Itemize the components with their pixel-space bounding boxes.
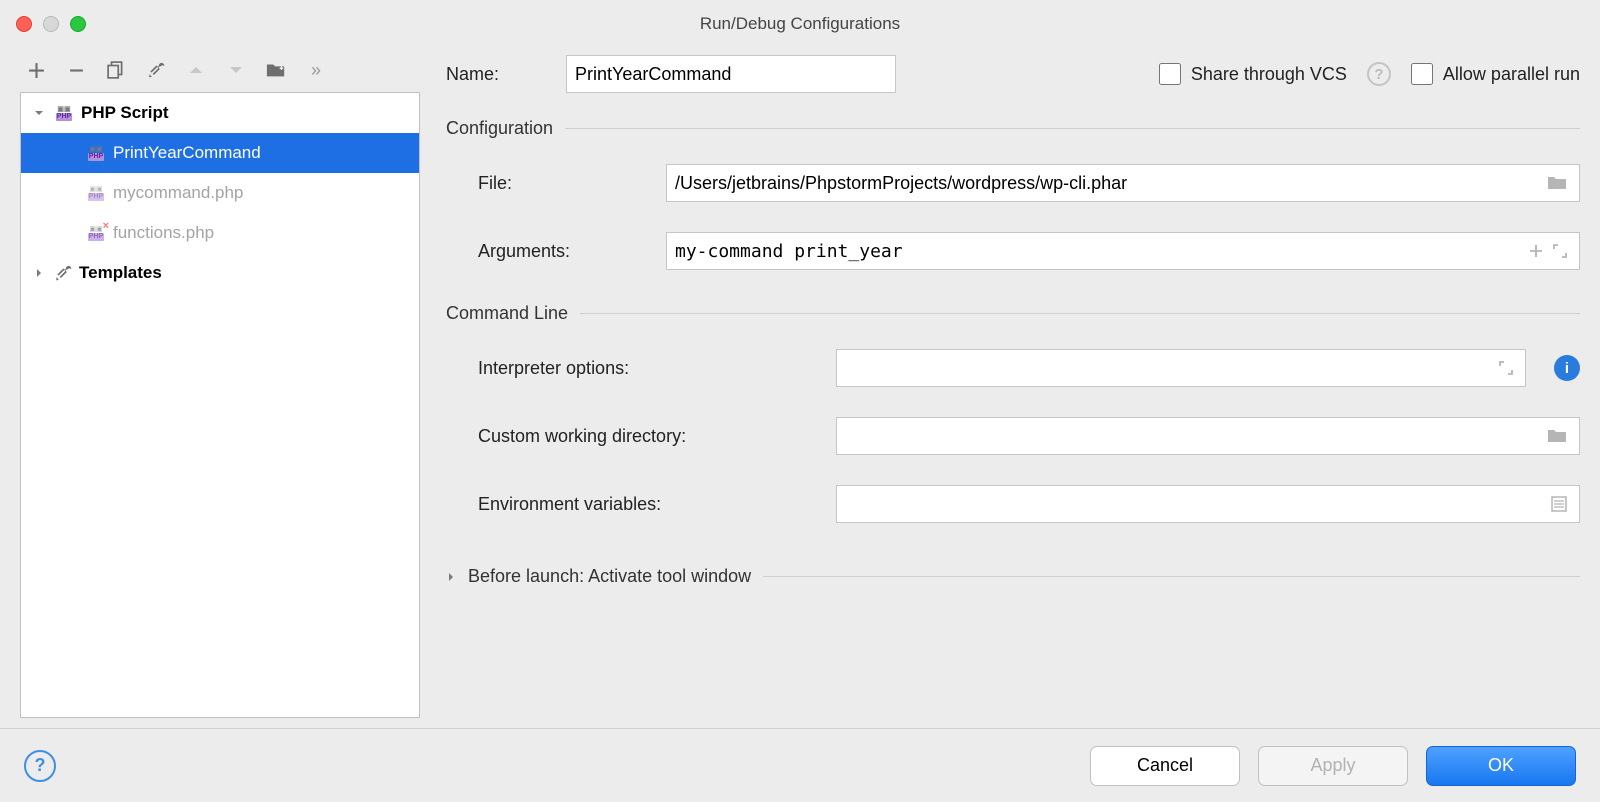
browse-folder-icon[interactable]	[1547, 428, 1567, 444]
folder-button[interactable]	[266, 60, 286, 80]
expand-icon[interactable]	[1553, 244, 1567, 258]
arguments-field[interactable]	[666, 232, 1580, 270]
share-vcs-checkbox[interactable]: Share through VCS	[1159, 63, 1347, 85]
name-field[interactable]	[566, 55, 896, 93]
tree-item-label: mycommand.php	[113, 183, 243, 203]
php-deleted-icon: ▣▣PHP	[85, 224, 107, 242]
help-button[interactable]: ?	[24, 750, 56, 782]
arguments-input[interactable]	[675, 241, 1529, 262]
remove-config-button[interactable]	[66, 60, 86, 80]
cwd-input[interactable]	[845, 426, 1547, 447]
arguments-label: Arguments:	[478, 241, 648, 262]
allow-parallel-checkbox[interactable]: Allow parallel run	[1411, 63, 1580, 85]
cwd-label: Custom working directory:	[478, 426, 818, 447]
help-icon[interactable]: ?	[1367, 62, 1391, 86]
tree-item-label: PrintYearCommand	[113, 143, 261, 163]
file-field[interactable]	[666, 164, 1580, 202]
info-icon[interactable]: i	[1554, 355, 1580, 381]
tree-group-templates[interactable]: Templates	[21, 253, 419, 293]
add-macro-icon[interactable]	[1529, 244, 1543, 258]
file-input[interactable]	[675, 173, 1547, 194]
file-label: File:	[478, 173, 648, 194]
edit-templates-button[interactable]	[146, 60, 166, 80]
env-field[interactable]	[836, 485, 1580, 523]
php-icon: ▣▣PHP	[85, 184, 107, 202]
interpreter-options-field[interactable]	[836, 349, 1526, 387]
tree-item-printyearcommand[interactable]: ▣▣PHP PrintYearCommand	[21, 133, 419, 173]
close-window-button[interactable]	[16, 16, 32, 32]
move-down-button[interactable]	[226, 60, 246, 80]
configuration-section-header: Configuration	[446, 118, 1580, 139]
commandline-section-header: Command Line	[446, 303, 1580, 324]
php-icon: ▣▣PHP	[53, 104, 75, 122]
tree-item-label: functions.php	[113, 223, 214, 243]
section-label: Command Line	[446, 303, 568, 324]
cancel-button[interactable]: Cancel	[1090, 746, 1240, 786]
apply-button[interactable]: Apply	[1258, 746, 1408, 786]
minimize-window-button[interactable]	[43, 16, 59, 32]
tree-item-functions[interactable]: ▣▣PHP functions.php	[21, 213, 419, 253]
php-icon: ▣▣PHP	[85, 144, 107, 162]
move-up-button[interactable]	[186, 60, 206, 80]
copy-config-button[interactable]	[106, 60, 126, 80]
disclosure-icon	[31, 268, 47, 278]
name-input[interactable]	[575, 64, 887, 85]
wrench-icon	[53, 263, 73, 283]
maximize-window-button[interactable]	[70, 16, 86, 32]
titlebar: Run/Debug Configurations	[0, 0, 1600, 48]
tree-toolbar: »	[20, 48, 420, 92]
disclosure-icon	[446, 572, 456, 582]
env-label: Environment variables:	[478, 494, 818, 515]
interpreter-options-input[interactable]	[845, 358, 1499, 379]
share-vcs-label: Share through VCS	[1191, 64, 1347, 85]
add-config-button[interactable]	[26, 60, 46, 80]
tree-item-mycommand[interactable]: ▣▣PHP mycommand.php	[21, 173, 419, 213]
disclosure-icon	[31, 108, 47, 118]
configurations-tree[interactable]: ▣▣PHP PHP Script ▣▣PHP PrintYearCommand …	[20, 92, 420, 718]
tree-group-label: PHP Script	[81, 103, 169, 123]
name-label: Name:	[446, 64, 546, 85]
expand-icon[interactable]	[1499, 361, 1513, 375]
tree-group-label: Templates	[79, 263, 162, 283]
before-launch-section-header[interactable]: Before launch: Activate tool window	[446, 566, 1580, 587]
more-toolbar-button[interactable]: »	[306, 60, 326, 80]
section-label: Configuration	[446, 118, 553, 139]
section-label: Before launch: Activate tool window	[468, 566, 751, 587]
cwd-field[interactable]	[836, 417, 1580, 455]
interpreter-options-label: Interpreter options:	[478, 358, 818, 379]
ok-button[interactable]: OK	[1426, 746, 1576, 786]
list-icon[interactable]	[1551, 496, 1567, 512]
browse-folder-icon[interactable]	[1547, 175, 1567, 191]
tree-group-php-script[interactable]: ▣▣PHP PHP Script	[21, 93, 419, 133]
window-title: Run/Debug Configurations	[700, 14, 900, 34]
env-input[interactable]	[845, 494, 1551, 515]
allow-parallel-label: Allow parallel run	[1443, 64, 1580, 85]
